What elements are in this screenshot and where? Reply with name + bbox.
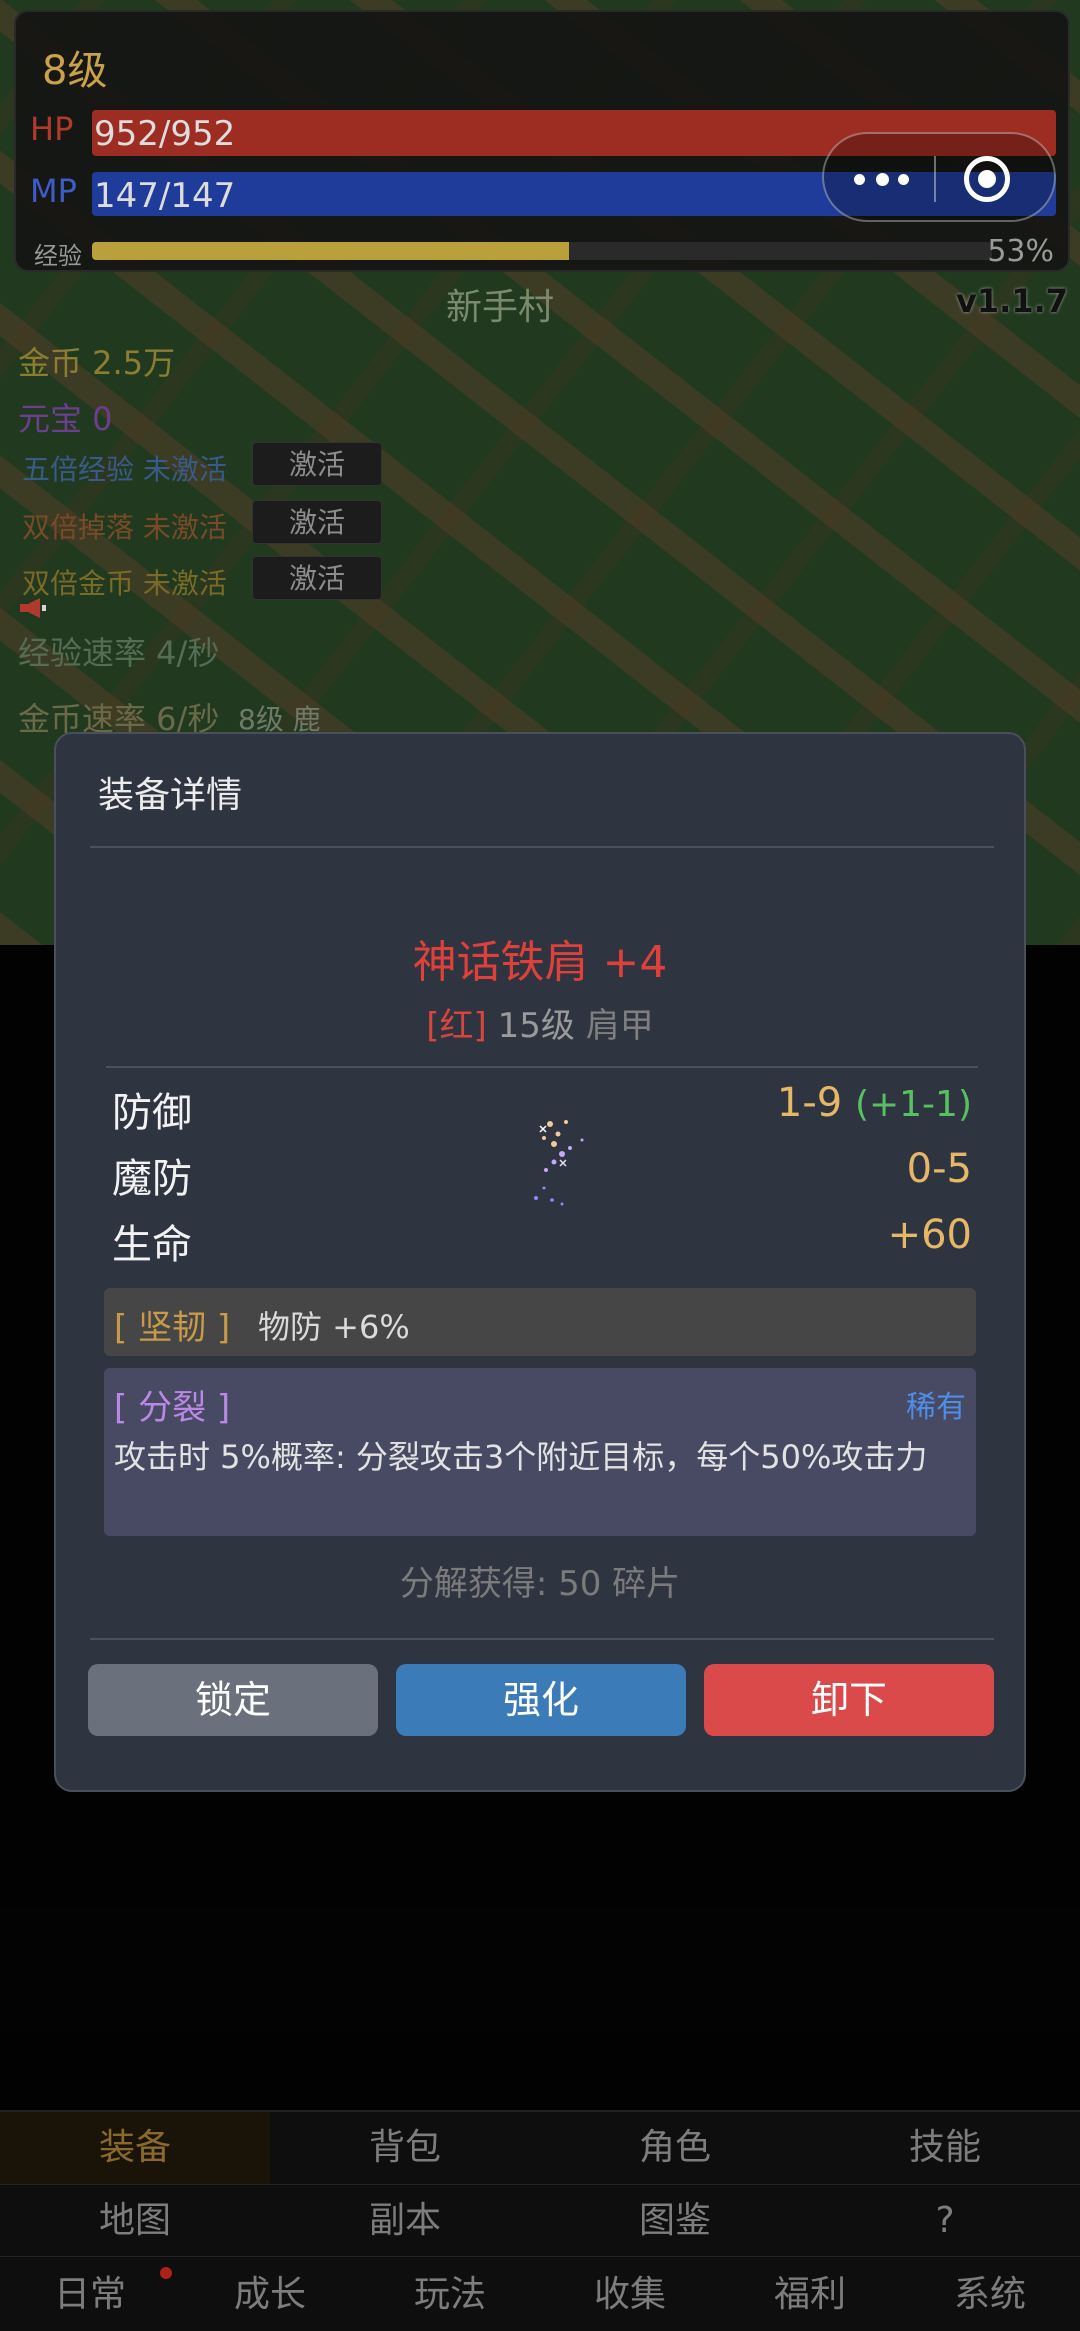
target-icon[interactable] [964,156,1010,202]
trait-box: [ 坚韧 ] 物防 +6% [104,1288,976,1356]
stat-bonus: (+1-1) [854,1084,972,1125]
stat-row-life: 生命 +60 [112,1212,972,1268]
mp-label: MP [30,172,77,210]
tab-system[interactable]: 系统 [900,2257,1080,2331]
tab-gameplay[interactable]: 玩法 [360,2257,540,2331]
item-subtitle: [红] 15级 肩甲 [56,998,1024,1047]
enhance-button[interactable]: 强化 [396,1664,686,1736]
version-label: v1.1.7 [956,282,1068,320]
miniprogram-capsule [822,132,1056,222]
activate-button[interactable]: 激活 [252,500,382,544]
gold-amount: 金币 2.5万 [18,344,176,382]
item-name: 神话铁肩 +4 [412,937,668,988]
stat-value: 1-9 (+1-1) [777,1080,972,1126]
tab-codex[interactable]: 图鉴 [540,2185,810,2256]
tab-dungeon[interactable]: 副本 [270,2185,540,2256]
trait-description: 物防 +6% [258,1308,410,1346]
exp-bar-fill [92,242,569,260]
buff-name: 五倍经验 未激活 [22,453,227,486]
tab-growth[interactable]: 成长 [180,2257,360,2331]
tab-backpack[interactable]: 背包 [270,2112,540,2184]
exp-bar [92,242,992,260]
capsule-divider [934,156,936,202]
mp-value: 147/147 [94,176,236,216]
stat-value: 0-5 [906,1146,972,1192]
item-slot: 肩甲 [585,1006,654,1046]
divider [90,846,994,848]
divider [90,1638,994,1640]
activate-button[interactable]: 激活 [252,556,382,600]
nav-row-secondary: 地图 副本 图鉴 ? [0,2184,1080,2256]
affix-name: [ 分裂 ] [114,1388,231,1428]
affix-description: 攻击时 5%概率: 分裂攻击3个附近目标，每个50%攻击力 [114,1438,928,1476]
exp-label: 经验 [34,242,82,270]
buff-row-drop: 双倍掉落 未激活 激活 [18,500,398,544]
tab-daily[interactable]: 日常 [0,2257,180,2331]
nav-row-categories: 日常 成长 玩法 收集 福利 系统 [0,2256,1080,2331]
modal-title: 装备详情 [98,775,243,816]
player-level: 8级 [42,48,108,94]
activate-button[interactable]: 激活 [252,442,382,486]
tab-map[interactable]: 地图 [0,2185,270,2256]
stat-value-main: 1-9 [776,1080,843,1126]
salvage-info: 分解获得: 50 碎片 [399,1564,681,1604]
nav-row-main: 装备 背包 角色 技能 [0,2110,1080,2184]
tab-skills[interactable]: 技能 [810,2112,1080,2184]
tab-collection[interactable]: 收集 [540,2257,720,2331]
equipment-detail-modal: 装备详情 神话铁肩 +4 [红] 15级 肩甲 防御 1-9 (+1-1) 魔防… [54,732,1026,1792]
lock-button[interactable]: 锁定 [88,1664,378,1736]
divider [106,1066,978,1068]
stat-key: 生命 [112,1222,192,1268]
sparkle-icon [534,1120,584,1206]
buff-row-exp: 五倍经验 未激活 激活 [18,442,398,486]
more-dots-icon[interactable] [854,168,914,190]
tab-equipment[interactable]: 装备 [0,2112,270,2184]
hp-value: 952/952 [94,114,236,154]
horn-icon [20,598,46,618]
tab-help[interactable]: ? [810,2185,1080,2256]
yuanbao-amount: 元宝 0 [18,400,113,438]
hp-label: HP [30,110,74,148]
map-name: 新手村 [445,287,554,328]
tab-character[interactable]: 角色 [540,2112,810,2184]
affix-box: [ 分裂 ] 稀有 攻击时 5%概率: 分裂攻击3个附近目标，每个50%攻击力 [104,1368,976,1536]
buff-name: 双倍掉落 未激活 [22,511,227,544]
stat-value: +60 [887,1212,972,1258]
item-level: 15级 [497,1006,575,1046]
stat-key: 防御 [112,1090,192,1136]
buff-row-gold: 双倍金币 未激活 激活 [18,556,398,600]
stat-key: 魔防 [112,1156,192,1202]
exp-rate: 经验速率 4/秒 [18,634,220,672]
trait-name: [ 坚韧 ] [114,1308,231,1348]
item-quality: [红] [426,1006,487,1046]
unequip-button[interactable]: 卸下 [704,1664,994,1736]
exp-percent: 53% [987,234,1054,269]
affix-rarity: 稀有 [906,1390,966,1425]
tab-welfare[interactable]: 福利 [720,2257,900,2331]
bottom-navigation: 装备 背包 角色 技能 地图 副本 图鉴 ? 日常 成长 玩法 收集 福利 系统 [0,2110,1080,2331]
buff-name: 双倍金币 未激活 [22,567,227,600]
